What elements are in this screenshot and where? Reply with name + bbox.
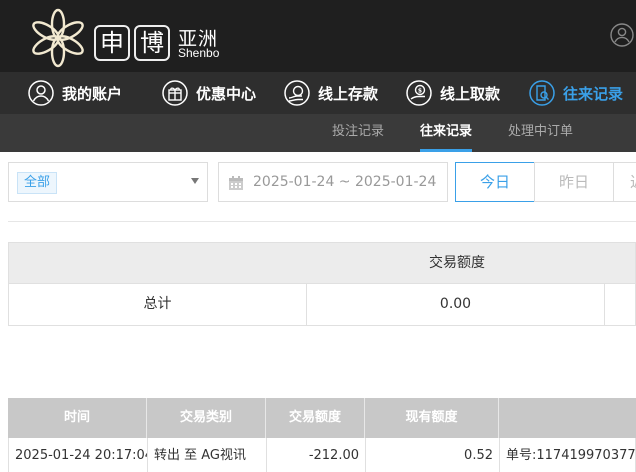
brand-logo[interactable]: 申 博 亚洲 Shenbo xyxy=(28,6,228,68)
nav-online-withdraw[interactable]: $ 线上取款 xyxy=(406,72,500,114)
nav-my-account[interactable]: 我的账户 xyxy=(28,72,122,114)
recent-button[interactable]: 近 xyxy=(613,162,636,202)
summary-total-value: 0.00 xyxy=(307,284,605,325)
withdraw-icon: $ xyxy=(406,80,432,106)
nav-transaction-records[interactable]: 往来记录 xyxy=(529,72,623,114)
main-nav: 我的账户 优惠中心 线上存款 $ 线上取款 往来记录 xyxy=(0,72,636,114)
nav-promotions[interactable]: 优惠中心 xyxy=(162,72,256,114)
calendar-icon xyxy=(229,176,243,190)
logo-char-box-1: 申 xyxy=(94,25,130,61)
column-balance: 现有额度 xyxy=(365,398,499,438)
records-table-header: 时间 交易类别 交易额度 现有额度 xyxy=(8,398,636,438)
gift-icon xyxy=(162,80,188,106)
top-header: 申 博 亚洲 Shenbo xyxy=(0,0,636,72)
deposit-icon xyxy=(284,80,310,106)
summary-total-label: 总计 xyxy=(9,284,307,325)
date-range-value: 2025-01-24 ~ 2025-01-24 xyxy=(253,174,437,190)
account-user-icon[interactable] xyxy=(610,23,634,47)
column-time: 时间 xyxy=(8,398,147,438)
transaction-type-select[interactable]: 全部 xyxy=(8,162,208,202)
column-transaction-type: 交易类别 xyxy=(147,398,266,438)
logo-char-box-2: 博 xyxy=(134,25,170,61)
sub-nav: 投注记录 往来记录 处理中订单 xyxy=(0,114,636,152)
subnav-transaction-records[interactable]: 往来记录 xyxy=(420,114,473,152)
cell-time: 2025-01-24 20:17:04 xyxy=(9,438,148,472)
nav-label: 线上存款 xyxy=(318,84,379,103)
nav-label: 往来记录 xyxy=(563,84,624,103)
date-range-picker[interactable]: 2025-01-24 ~ 2025-01-24 xyxy=(218,162,448,202)
summary-row: 总计 0.00 xyxy=(8,284,636,326)
dropdown-arrow-icon xyxy=(191,178,199,184)
nav-label: 我的账户 xyxy=(62,84,123,103)
cell-balance: 0.52 xyxy=(366,438,500,472)
cell-transaction-type: 转出 至 AG视讯 xyxy=(148,438,267,472)
yesterday-button[interactable]: 昨日 xyxy=(534,162,614,202)
column-amount: 交易额度 xyxy=(266,398,365,438)
subnav-bet-records[interactable]: 投注记录 xyxy=(332,114,384,152)
flower-logo-icon xyxy=(32,8,84,68)
column-remarks xyxy=(499,398,636,438)
nav-label: 线上取款 xyxy=(440,84,501,103)
records-table: 时间 交易类别 交易额度 现有额度 2025-01-24 20:17:04 转出… xyxy=(8,398,636,472)
nav-online-deposit[interactable]: 线上存款 xyxy=(284,72,378,114)
summary-header: 交易额度 xyxy=(8,242,636,284)
subnav-pending-orders[interactable]: 处理中订单 xyxy=(508,114,573,152)
records-icon xyxy=(529,80,555,106)
selected-type-chip: 全部 xyxy=(17,172,58,194)
svg-text:$: $ xyxy=(418,88,422,95)
table-row: 2025-01-24 20:17:04 转出 至 AG视讯 -212.00 0.… xyxy=(8,438,636,472)
today-button[interactable]: 今日 xyxy=(455,162,535,202)
user-icon xyxy=(28,80,54,106)
cell-amount: -212.00 xyxy=(267,438,366,472)
summary-table: 交易额度 总计 0.00 xyxy=(8,242,636,326)
cell-order-number: 单号:117419970377 xyxy=(506,448,636,463)
filter-divider xyxy=(8,221,636,222)
logo-english-text: Shenbo xyxy=(178,46,220,60)
nav-label: 优惠中心 xyxy=(196,84,257,103)
summary-header-label: 交易额度 xyxy=(429,255,485,271)
